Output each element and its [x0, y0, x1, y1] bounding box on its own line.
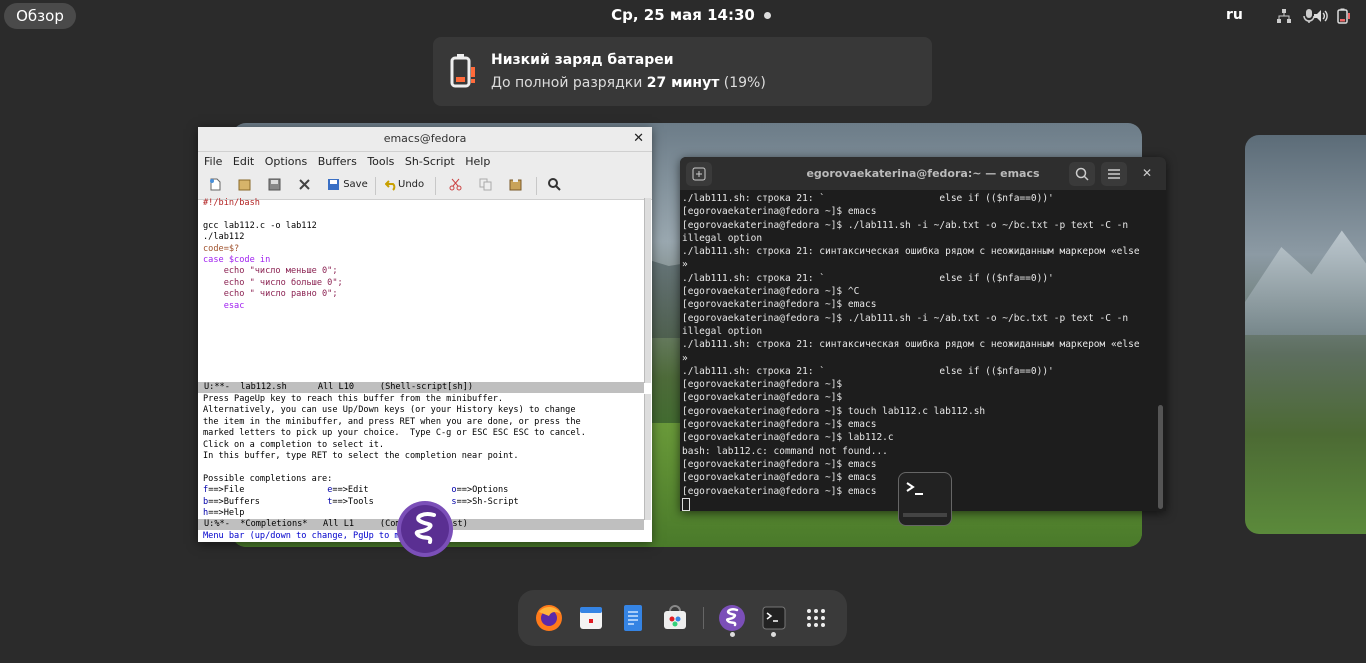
battery-notification[interactable]: Низкий заряд батареи До полной разрядки … [433, 37, 932, 106]
terminal-window[interactable]: egorovaekaterina@fedora:~ — emacs ✕ ./la… [680, 157, 1166, 511]
code-line-9: echo " число равно 0"; [203, 289, 338, 300]
completion-options[interactable]: o==>Options [451, 485, 508, 495]
emacs-icon[interactable] [716, 602, 748, 634]
completions-buffer[interactable]: Press PageUp key to reach this buffer fr… [203, 394, 586, 519]
modeline-top: U:**- lab112.sh All L10 (Shell-script[sh… [198, 382, 644, 393]
search-icon[interactable] [1069, 162, 1095, 186]
completions-scrollbar[interactable] [644, 394, 651, 520]
completion-buffers[interactable]: b==>Buffers [203, 497, 260, 507]
code-line-4: ./lab112 [203, 232, 245, 243]
menu-tools[interactable]: Tools [367, 152, 394, 172]
terminal-cursor [682, 497, 690, 511]
emacs-icon[interactable] [396, 500, 454, 558]
running-indicator [771, 632, 776, 637]
clock[interactable]: Ср, 25 мая 14:30 [0, 6, 1366, 24]
menu-buffers[interactable]: Buffers [318, 152, 357, 172]
help-line: the item in the minibuffer, and press RE… [203, 416, 581, 427]
new-file-icon[interactable] [209, 177, 222, 193]
top-bar: Обзор Ср, 25 мая 14:30 ru [0, 0, 1366, 32]
menu-help[interactable]: Help [465, 152, 490, 172]
firefox-icon[interactable] [533, 602, 565, 634]
code-line-10: esac [203, 300, 245, 311]
help-line: Possible completions are: [203, 473, 333, 484]
help-line: Press PageUp key to reach this buffer fr… [203, 394, 504, 404]
battery-low-icon [450, 54, 475, 88]
code-line-7: echo "число меньше 0"; [203, 266, 338, 277]
copy-icon[interactable] [479, 177, 492, 193]
terminal-icon[interactable] [758, 602, 790, 634]
open-folder-icon[interactable] [238, 177, 251, 193]
code-editor[interactable]: #!/bin/bash gcc lab112.c -o lab112 ./lab… [203, 198, 343, 312]
code-line-6: case $code in [203, 255, 271, 266]
terminal-output[interactable]: ./lab111.sh: строка 21: ` else if (($nfa… [682, 192, 1140, 511]
completion-help[interactable]: h==>Help [203, 508, 244, 518]
code-line-8: echo " число больше 0"; [203, 277, 343, 288]
close-buffer-icon[interactable] [298, 177, 311, 193]
help-line: Alternatively, you can use Up/Down keys … [203, 405, 576, 416]
help-line: In this buffer, type RET to select the c… [203, 451, 519, 462]
terminal-scrollbar[interactable] [1158, 405, 1163, 509]
undo-button[interactable]: Undo [385, 177, 424, 193]
emacs-toolbar: Save Undo [198, 172, 652, 200]
menu-icon[interactable] [1101, 162, 1127, 186]
close-icon[interactable]: ✕ [1142, 166, 1152, 180]
terminal-icon[interactable] [898, 472, 952, 526]
app-grid-icon[interactable] [800, 602, 832, 634]
network-icon[interactable] [1276, 8, 1292, 24]
paste-icon[interactable] [509, 177, 522, 193]
cut-icon[interactable] [449, 177, 462, 193]
completion-edit[interactable]: e==>Edit [327, 485, 368, 495]
save-disk-icon[interactable] [268, 177, 281, 193]
menu-edit[interactable]: Edit [233, 152, 254, 172]
emacs-window-title: emacs@fedora [383, 132, 467, 145]
emacs-window[interactable]: emacs@fedora ✕ File Edit Options Buffers… [198, 127, 652, 542]
completion-file[interactable]: f==>File [203, 485, 244, 495]
close-icon[interactable]: ✕ [633, 127, 644, 151]
terminal-headerbar[interactable]: egorovaekaterina@fedora:~ — emacs ✕ [680, 157, 1166, 190]
save-button[interactable]: Save [327, 177, 368, 193]
keyboard-layout-indicator[interactable]: ru [1226, 7, 1243, 23]
menu-sh-script[interactable]: Sh-Script [405, 152, 455, 172]
running-indicator [730, 632, 735, 637]
menu-file[interactable]: File [204, 152, 222, 172]
code-line-5: code=$? [203, 243, 240, 254]
code-line-1: #!/bin/bash [203, 198, 260, 208]
software-icon[interactable] [659, 602, 691, 634]
help-line: Click on a completion to select it. [203, 439, 385, 450]
text-editor-icon[interactable] [617, 602, 649, 634]
code-line-3: gcc lab112.c -o lab112 [203, 220, 317, 231]
notification-body: До полной разрядки 27 минут (19%) [491, 75, 766, 91]
notification-title: Низкий заряд батареи [491, 52, 674, 68]
editor-scrollbar[interactable] [644, 198, 651, 383]
menu-options[interactable]: Options [265, 152, 307, 172]
volume-icon[interactable] [1313, 8, 1329, 24]
emacs-menubar: File Edit Options Buffers Tools Sh-Scrip… [198, 152, 652, 172]
dock [518, 590, 847, 646]
help-line: marked letters to pick up your choice. T… [203, 428, 586, 439]
search-icon[interactable] [548, 177, 561, 193]
completion-tools[interactable]: t==>Tools [327, 497, 374, 507]
notification-dot [764, 12, 771, 19]
next-workspace-preview[interactable] [1245, 135, 1366, 534]
dock-separator [703, 607, 704, 629]
calendar-icon[interactable] [575, 602, 607, 634]
emacs-titlebar[interactable]: emacs@fedora ✕ [198, 127, 652, 152]
completion-sh-script[interactable]: s==>Sh-Script [451, 497, 518, 507]
battery-low-icon[interactable] [1335, 8, 1351, 24]
